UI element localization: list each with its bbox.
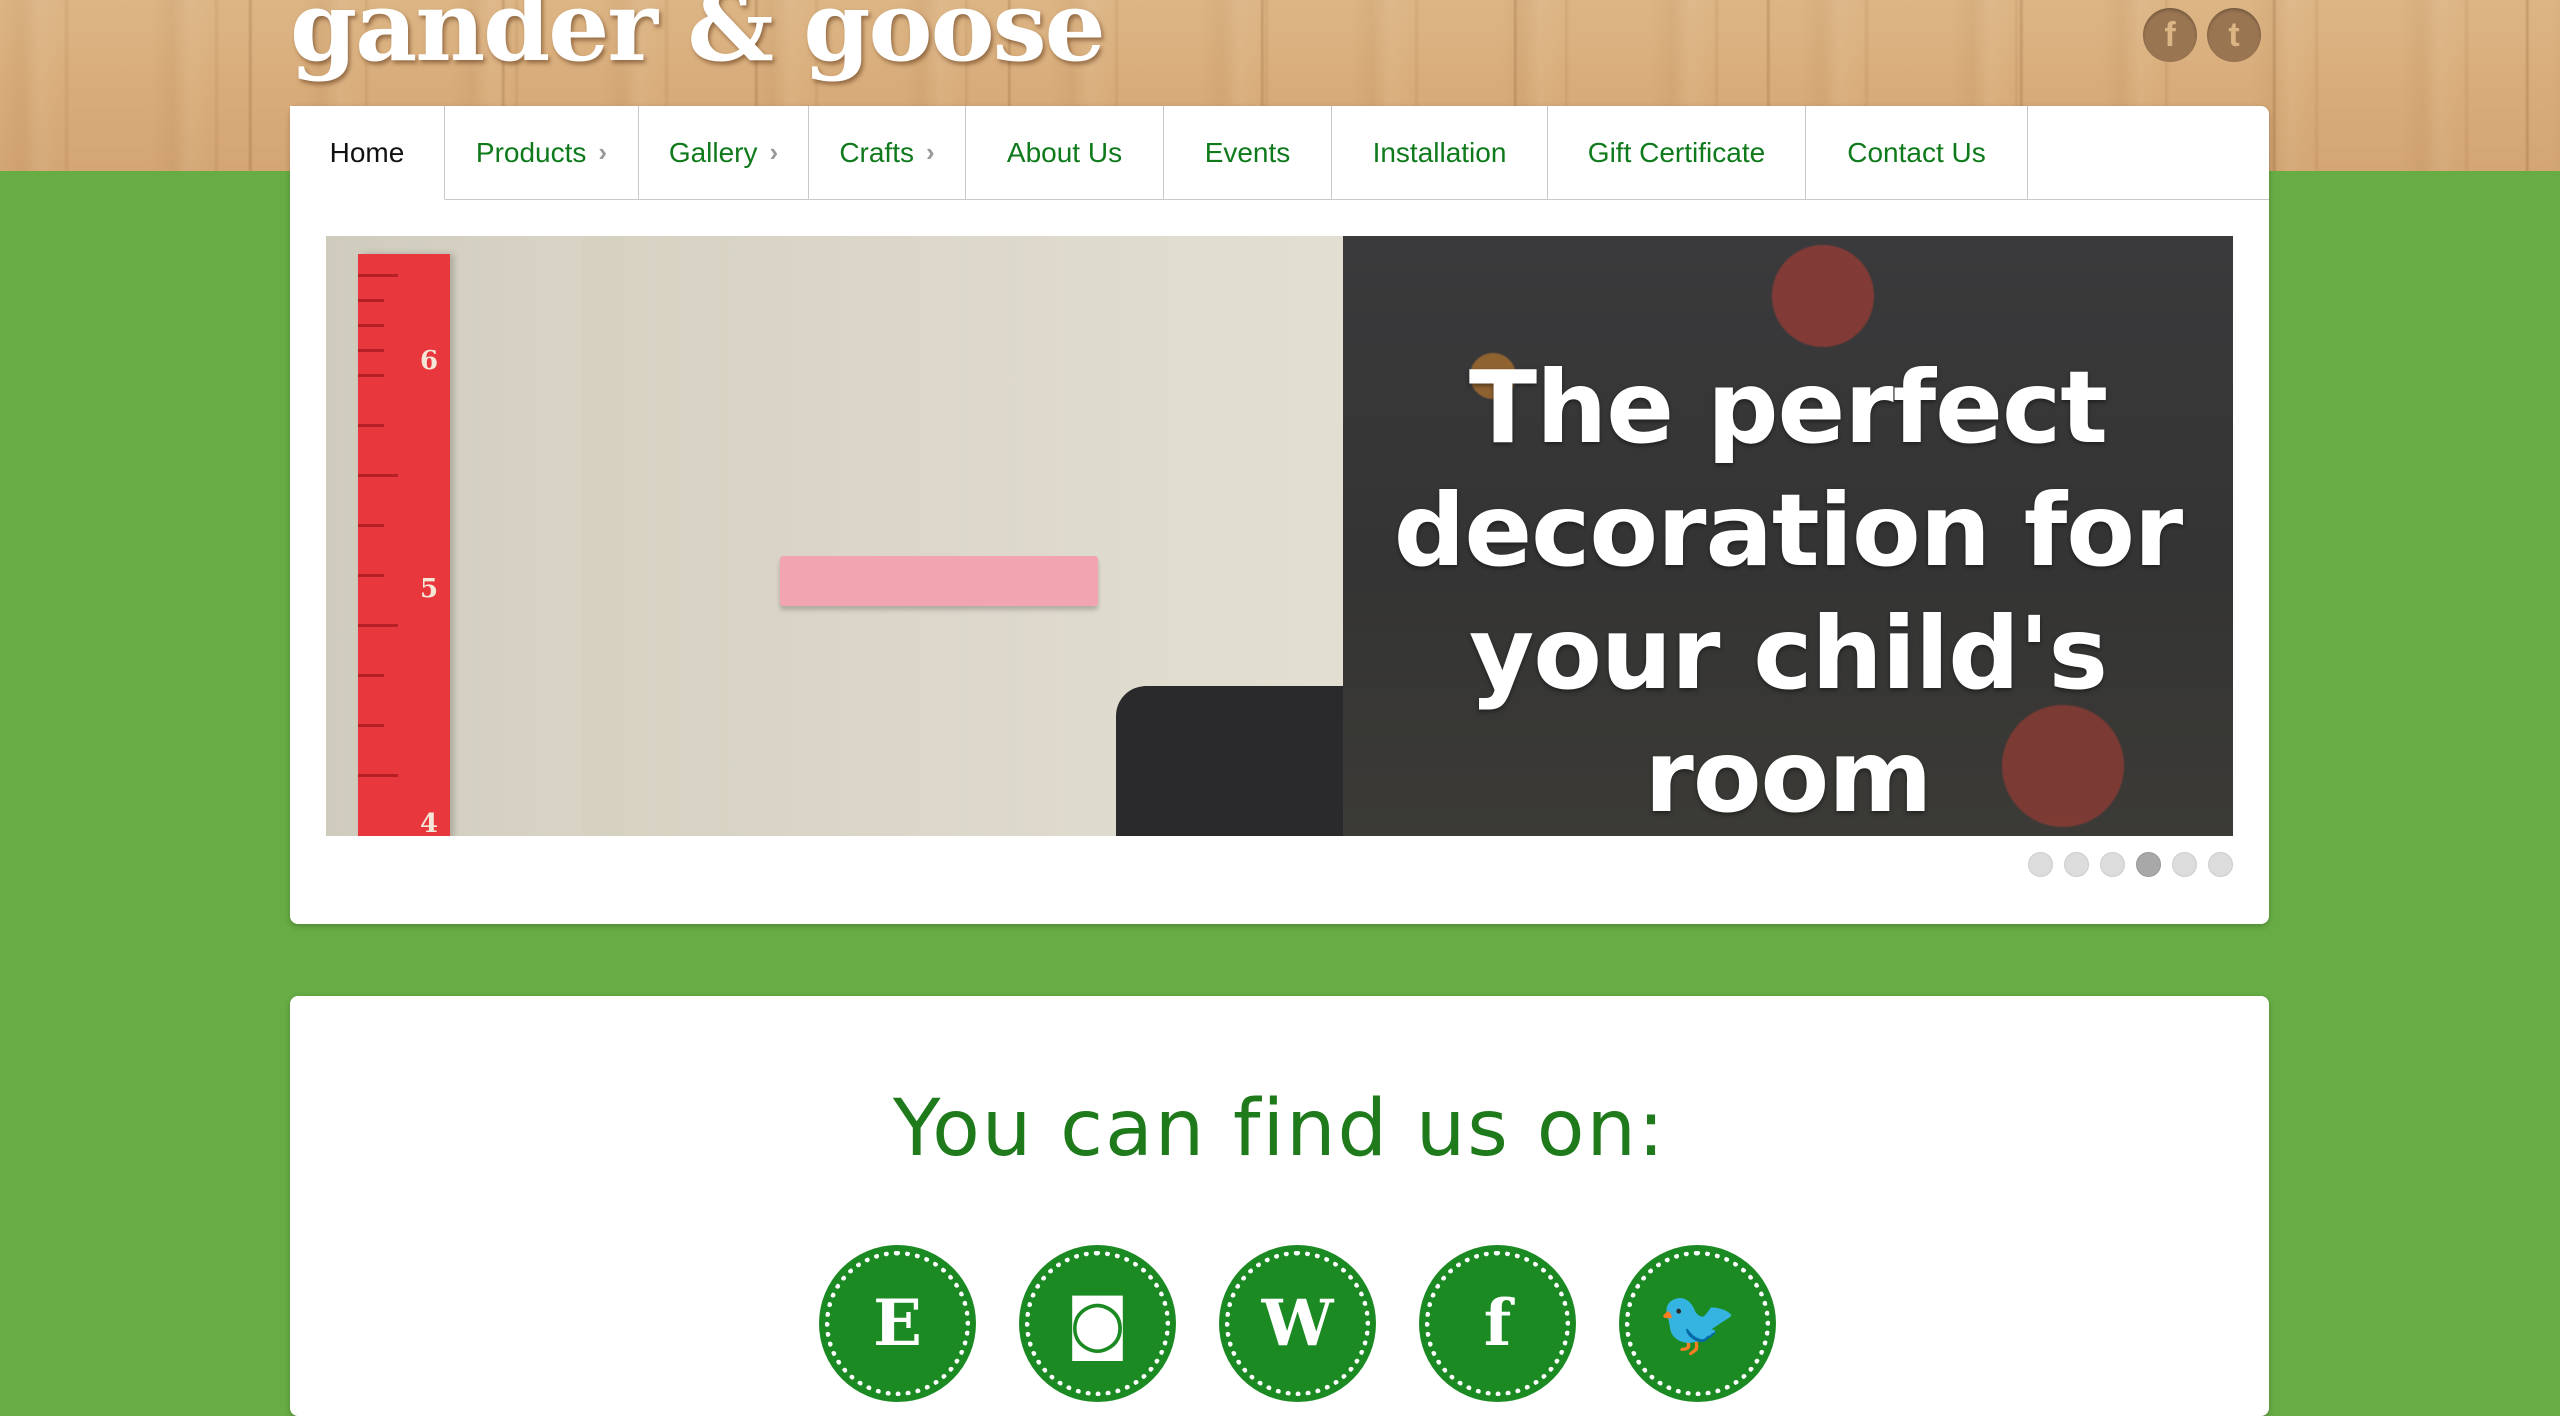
social-badges: E ◙ W f 🐦 xyxy=(825,1251,1770,1396)
site-logo[interactable]: gander & goose xyxy=(290,0,1106,83)
nav-item-events[interactable]: Events xyxy=(1164,106,1332,199)
slide-dot[interactable] xyxy=(2064,852,2089,877)
slide-dot[interactable] xyxy=(2208,852,2233,877)
main-content-card: Home Products › Gallery › Crafts › About… xyxy=(290,106,2269,924)
ruler-number: 5 xyxy=(420,574,439,604)
nav-item-label: Installation xyxy=(1372,136,1507,168)
chevron-right-icon: › xyxy=(598,137,608,167)
nav-item-home[interactable]: Home xyxy=(290,106,445,200)
chevron-right-icon: › xyxy=(926,137,935,167)
find-us-card: You can find us on: E ◙ W f 🐦 xyxy=(290,996,2269,1416)
nav-item-label: Contact Us xyxy=(1847,136,1986,168)
nav-item-gallery[interactable]: Gallery › xyxy=(639,106,809,199)
chevron-right-icon: › xyxy=(769,137,779,167)
slide-dot[interactable] xyxy=(2028,852,2053,877)
growth-chart-ruler: 6 5 4 xyxy=(358,254,450,836)
nav-item-label: About Us xyxy=(1006,136,1123,168)
twitter-icon[interactable]: 🐦 xyxy=(1625,1251,1770,1396)
facebook-icon[interactable]: f xyxy=(1425,1251,1570,1396)
facebook-icon[interactable]: f xyxy=(2143,8,2197,62)
find-us-heading: You can find us on: xyxy=(892,1084,1667,1174)
nav-item-label: Events xyxy=(1204,136,1291,168)
ruler-number: 6 xyxy=(420,346,439,376)
slide-dot-active[interactable] xyxy=(2136,852,2161,877)
nav-item-label: Crafts xyxy=(839,136,914,168)
pink-peg-rack xyxy=(780,556,1098,606)
main-navigation: Home Products › Gallery › Crafts › About… xyxy=(290,106,2269,200)
slideshow-pagination xyxy=(2028,852,2233,877)
nav-item-label: Gallery xyxy=(668,136,758,168)
nav-item-contact-us[interactable]: Contact Us xyxy=(1806,106,2028,199)
ruler-number: 4 xyxy=(420,809,439,836)
hero-slideshow[interactable]: 6 5 4 The perfect decoration for your ch… xyxy=(326,236,2233,836)
nav-item-gift-certificate[interactable]: Gift Certificate xyxy=(1548,106,1806,199)
nav-item-installation[interactable]: Installation xyxy=(1332,106,1548,199)
nav-item-products[interactable]: Products › xyxy=(445,106,639,199)
instagram-icon[interactable]: ◙ xyxy=(1025,1251,1170,1396)
nav-item-label: Gift Certificate xyxy=(1587,136,1766,168)
wordpress-icon[interactable]: W xyxy=(1225,1251,1370,1396)
etsy-icon[interactable]: E xyxy=(825,1251,970,1396)
slide-dot[interactable] xyxy=(2172,852,2197,877)
nav-item-label: Home xyxy=(329,136,405,168)
nav-item-crafts[interactable]: Crafts › xyxy=(809,106,966,199)
twitter-icon[interactable]: t xyxy=(2207,8,2261,62)
slide-dot[interactable] xyxy=(2100,852,2125,877)
nav-item-about-us[interactable]: About Us xyxy=(966,106,1164,199)
crib-headboard xyxy=(1116,686,1376,836)
banner-headline: The perfect decoration for your child's … xyxy=(1393,349,2184,835)
nav-item-label: Products xyxy=(475,136,587,168)
